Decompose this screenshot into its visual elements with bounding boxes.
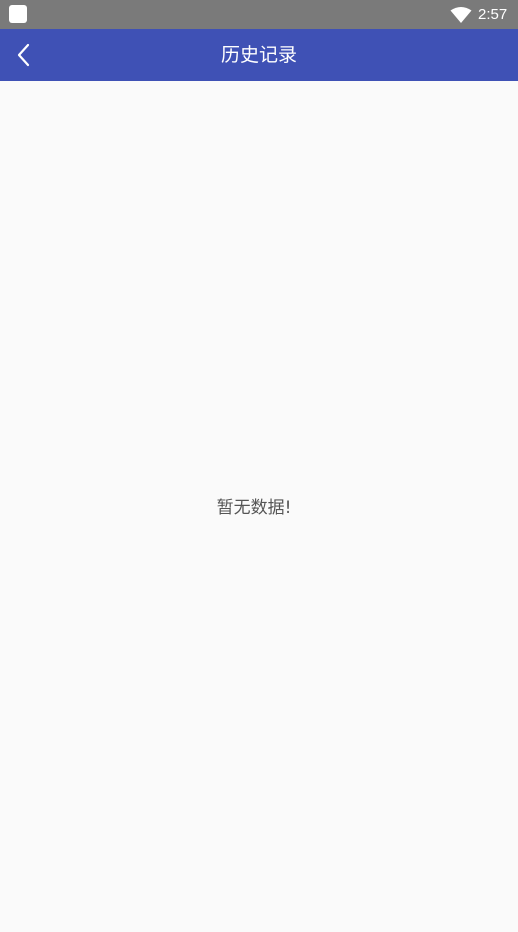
app-bar: 历史记录: [0, 29, 518, 81]
content-area: 暂无数据!: [0, 81, 518, 932]
notification-icon: [9, 5, 27, 23]
empty-state-message: 暂无数据!: [216, 498, 292, 518]
chevron-left-icon: [17, 43, 30, 67]
wifi-icon: [450, 7, 472, 23]
page-title: 历史记录: [220, 44, 297, 66]
status-time: 2:57: [478, 6, 508, 23]
back-button[interactable]: [8, 39, 40, 71]
status-bar: 2:57: [0, 0, 518, 29]
